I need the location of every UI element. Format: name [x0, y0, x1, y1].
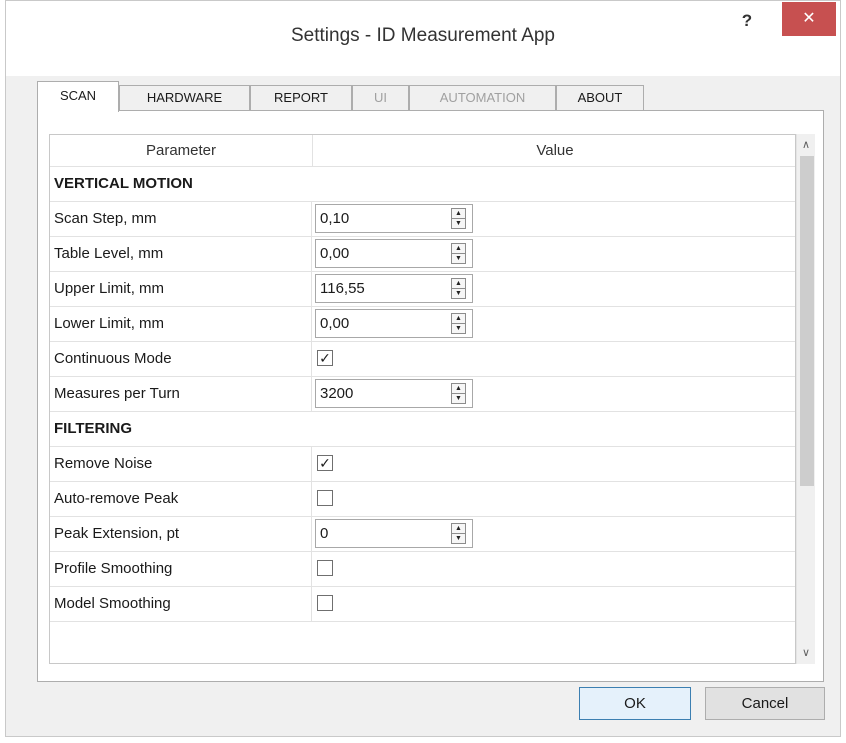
spinbox-value[interactable]: 0 [320, 520, 328, 547]
section-title: VERTICAL MOTION [54, 175, 193, 192]
table-row: Continuous Mode ✓ [50, 342, 795, 377]
table-row: Scan Step, mm 0,10 ▲ ▼ [50, 202, 795, 237]
profile-smoothing-checkbox[interactable] [317, 560, 333, 576]
scan-step-spinbox[interactable]: 0,10 ▲ ▼ [315, 204, 473, 233]
value-cell: ✓ [313, 447, 795, 481]
tab-ui[interactable]: UI [352, 85, 409, 111]
value-cell: ✓ [313, 342, 795, 376]
parameter-label: Measures per Turn [50, 377, 312, 411]
cancel-button[interactable]: Cancel [705, 687, 825, 720]
scroll-up-icon[interactable]: ∧ [797, 136, 815, 154]
spin-down-icon[interactable]: ▼ [452, 324, 465, 333]
spin-up-icon[interactable]: ▲ [452, 244, 465, 254]
parameter-label: Upper Limit, mm [50, 272, 312, 306]
spin-up-icon[interactable]: ▲ [452, 524, 465, 534]
table-row: Peak Extension, pt 0 ▲ ▼ [50, 517, 795, 552]
table-row: Upper Limit, mm 116,55 ▲ ▼ [50, 272, 795, 307]
lower-limit-spinbox[interactable]: 0,00 ▲ ▼ [315, 309, 473, 338]
value-cell: 0 ▲ ▼ [313, 517, 795, 551]
value-cell: 116,55 ▲ ▼ [313, 272, 795, 306]
spin-buttons: ▲ ▼ [451, 313, 466, 334]
title-bar: Settings - ID Measurement App ? ✕ [6, 1, 840, 76]
spin-down-icon[interactable]: ▼ [452, 394, 465, 403]
tab-automation[interactable]: AUTOMATION [409, 85, 556, 111]
spinbox-value[interactable]: 3200 [320, 380, 353, 407]
vertical-scrollbar[interactable]: ∧ ∨ [796, 134, 815, 664]
spin-buttons: ▲ ▼ [451, 383, 466, 404]
parameter-label: Lower Limit, mm [50, 307, 312, 341]
section-vertical-motion: VERTICAL MOTION [50, 167, 795, 202]
spin-up-icon[interactable]: ▲ [452, 279, 465, 289]
tab-report[interactable]: REPORT [250, 85, 352, 111]
auto-remove-peak-checkbox[interactable] [317, 490, 333, 506]
column-header-parameter[interactable]: Parameter [50, 135, 313, 166]
spin-down-icon[interactable]: ▼ [452, 534, 465, 543]
table-row: Measures per Turn 3200 ▲ ▼ [50, 377, 795, 412]
close-button[interactable]: ✕ [782, 2, 836, 36]
value-cell [313, 552, 795, 586]
parameter-label: Profile Smoothing [50, 552, 312, 586]
column-header-value[interactable]: Value [313, 135, 795, 166]
spin-down-icon[interactable]: ▼ [452, 289, 465, 298]
table-row: Lower Limit, mm 0,00 ▲ ▼ [50, 307, 795, 342]
table-level-spinbox[interactable]: 0,00 ▲ ▼ [315, 239, 473, 268]
grid-header: Parameter Value [50, 135, 795, 167]
section-title: FILTERING [54, 420, 133, 437]
spinbox-value[interactable]: 116,55 [320, 275, 365, 302]
spinbox-value[interactable]: 0,00 [320, 240, 349, 267]
spin-up-icon[interactable]: ▲ [452, 209, 465, 219]
ok-button[interactable]: OK [579, 687, 691, 720]
continuous-mode-checkbox[interactable]: ✓ [317, 350, 333, 366]
scan-tab-panel: Parameter Value VERTICAL MOTION Scan Ste… [37, 110, 824, 682]
peak-extension-spinbox[interactable]: 0 ▲ ▼ [315, 519, 473, 548]
section-filtering: FILTERING [50, 412, 795, 447]
parameter-label: Continuous Mode [50, 342, 312, 376]
upper-limit-spinbox[interactable]: 116,55 ▲ ▼ [315, 274, 473, 303]
parameter-label: Model Smoothing [50, 587, 312, 621]
tab-about[interactable]: ABOUT [556, 85, 644, 111]
table-row: Model Smoothing [50, 587, 795, 622]
value-cell: 0,00 ▲ ▼ [313, 237, 795, 271]
model-smoothing-checkbox[interactable] [317, 595, 333, 611]
scroll-down-icon[interactable]: ∨ [797, 644, 815, 662]
value-cell: 0,00 ▲ ▼ [313, 307, 795, 341]
spin-buttons: ▲ ▼ [451, 208, 466, 229]
value-cell [313, 587, 795, 621]
table-row: Remove Noise ✓ [50, 447, 795, 482]
parameter-label: Auto-remove Peak [50, 482, 312, 516]
property-grid: Parameter Value VERTICAL MOTION Scan Ste… [49, 134, 796, 664]
measures-per-turn-spinbox[interactable]: 3200 ▲ ▼ [315, 379, 473, 408]
value-cell: 0,10 ▲ ▼ [313, 202, 795, 236]
spinbox-value[interactable]: 0,10 [320, 205, 349, 232]
spin-buttons: ▲ ▼ [451, 523, 466, 544]
spin-down-icon[interactable]: ▼ [452, 219, 465, 228]
table-row: Profile Smoothing [50, 552, 795, 587]
table-row: Auto-remove Peak [50, 482, 795, 517]
tab-scan[interactable]: SCAN [37, 81, 119, 112]
dialog-title: Settings - ID Measurement App [290, 25, 555, 46]
parameter-label: Remove Noise [50, 447, 312, 481]
table-row: Table Level, mm 0,00 ▲ ▼ [50, 237, 795, 272]
value-cell [313, 482, 795, 516]
tab-hardware[interactable]: HARDWARE [119, 85, 250, 111]
value-cell: 3200 ▲ ▼ [313, 377, 795, 411]
spinbox-value[interactable]: 0,00 [320, 310, 349, 337]
check-mark-icon: ✓ [319, 350, 331, 366]
help-button[interactable]: ? [732, 9, 762, 33]
spin-down-icon[interactable]: ▼ [452, 254, 465, 263]
remove-noise-checkbox[interactable]: ✓ [317, 455, 333, 471]
spin-up-icon[interactable]: ▲ [452, 384, 465, 394]
parameter-label: Table Level, mm [50, 237, 312, 271]
parameter-label: Peak Extension, pt [50, 517, 312, 551]
spin-buttons: ▲ ▼ [451, 243, 466, 264]
spin-up-icon[interactable]: ▲ [452, 314, 465, 324]
check-mark-icon: ✓ [319, 455, 331, 471]
scrollbar-thumb[interactable] [800, 156, 814, 486]
parameter-label: Scan Step, mm [50, 202, 312, 236]
spin-buttons: ▲ ▼ [451, 278, 466, 299]
